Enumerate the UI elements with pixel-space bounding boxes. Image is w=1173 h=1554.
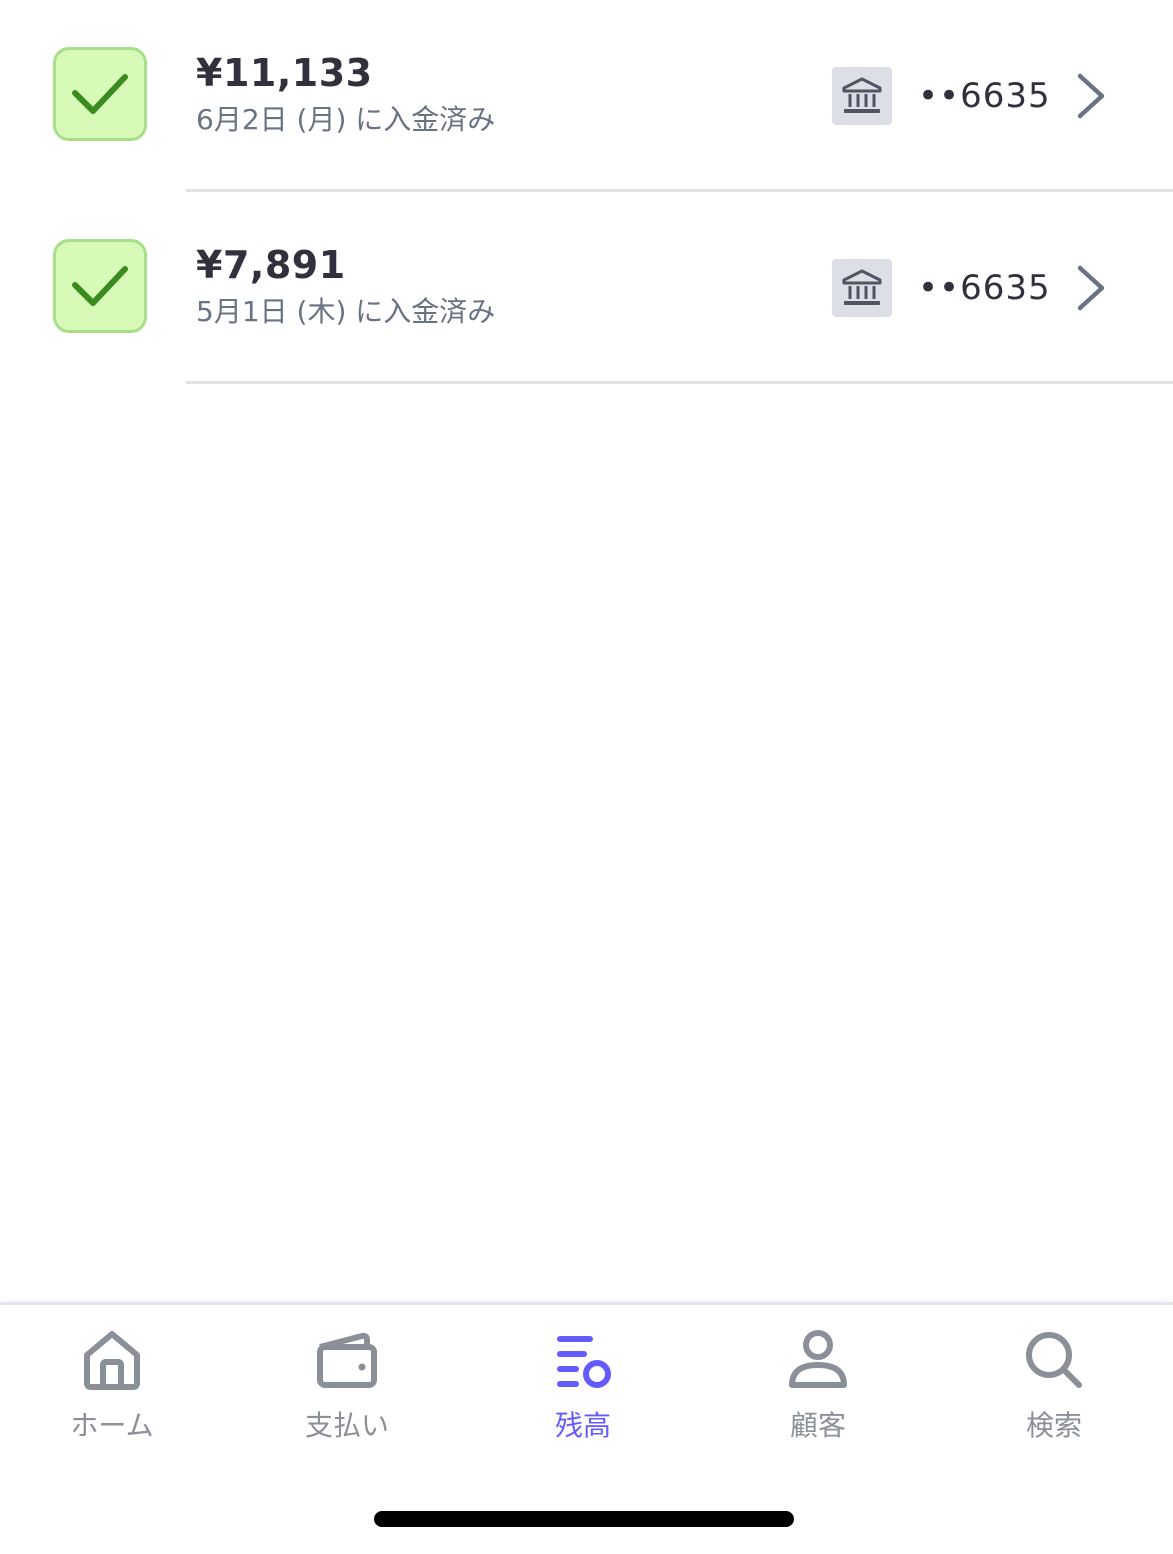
payout-list: ¥11,133 6月2日 (月) に入金済み ••6635 ¥7,891 5月1… — [0, 0, 1173, 384]
status-badge — [53, 47, 147, 141]
bank-icon — [842, 77, 882, 113]
check-icon — [72, 74, 128, 114]
home-indicator[interactable] — [374, 1511, 794, 1527]
check-icon — [72, 266, 128, 306]
tab-label: ホーム — [70, 1409, 154, 1442]
row-divider — [186, 381, 1173, 384]
bank-account-last4: ••6635 — [918, 268, 1051, 308]
bank-account-last4: ••6635 — [918, 76, 1051, 116]
payout-amount: ¥11,133 — [196, 51, 373, 95]
tab-label: 顧客 — [789, 1409, 846, 1442]
status-badge — [53, 239, 147, 333]
chevron-right-icon — [1077, 73, 1105, 119]
search-icon — [1026, 1332, 1082, 1388]
bank-icon-box — [832, 259, 892, 317]
tab-payments[interactable]: 支払い — [267, 1325, 427, 1455]
payout-status-text: 5月1日 (木) に入金済み — [196, 295, 496, 328]
tab-balance[interactable]: 残高 — [503, 1325, 663, 1455]
payout-row[interactable]: ¥11,133 6月2日 (月) に入金済み ••6635 — [0, 0, 1173, 192]
wallet-icon — [317, 1332, 377, 1388]
person-icon — [789, 1330, 847, 1388]
bank-icon-box — [832, 67, 892, 125]
home-icon — [84, 1331, 140, 1390]
tab-search[interactable]: 検索 — [974, 1325, 1134, 1455]
tab-label: 支払い — [304, 1409, 389, 1442]
balance-icon — [557, 1336, 611, 1388]
payout-row[interactable]: ¥7,891 5月1日 (木) に入金済み ••6635 — [0, 192, 1173, 384]
tab-label: 検索 — [1025, 1409, 1082, 1442]
tab-home[interactable]: ホーム — [32, 1325, 192, 1455]
chevron-right-icon — [1077, 265, 1105, 311]
bank-icon — [842, 269, 882, 305]
tab-label: 残高 — [554, 1409, 611, 1442]
tab-customers[interactable]: 顧客 — [738, 1325, 898, 1455]
payout-status-text: 6月2日 (月) に入金済み — [196, 103, 496, 136]
payout-amount: ¥7,891 — [196, 243, 346, 287]
